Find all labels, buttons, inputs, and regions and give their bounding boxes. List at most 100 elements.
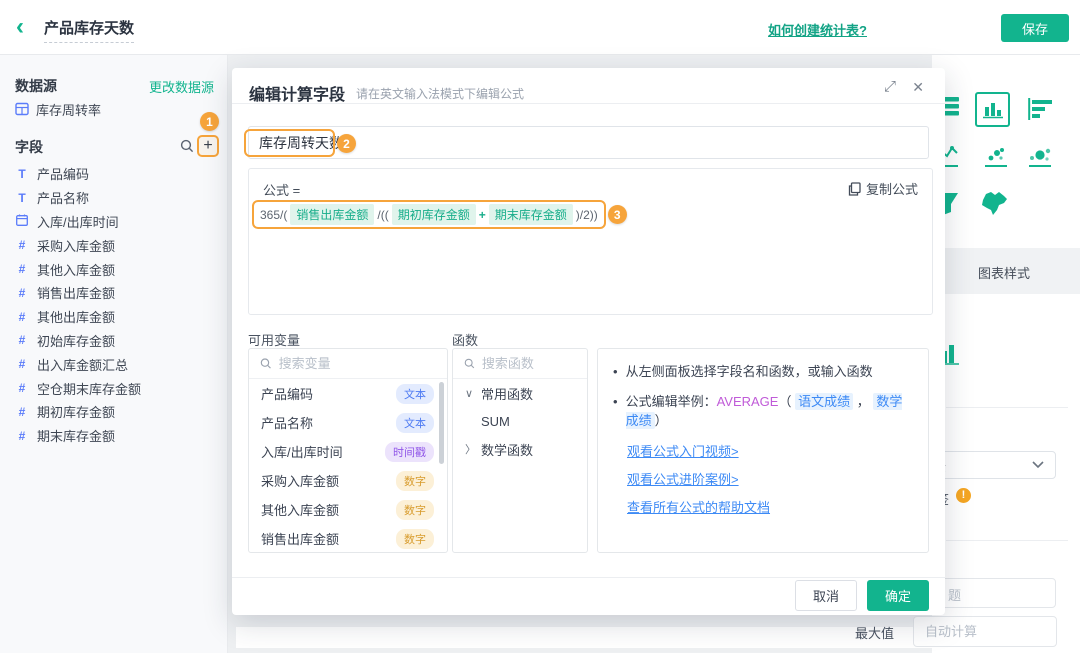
bubble-chart-icon[interactable] (1028, 146, 1052, 170)
field-list: T 产品编码 T 产品名称 入库/出库时间 # 采购入库金额 # 其他入库金额 # 销售出库金额 # 其… (0, 162, 228, 448)
example-function-name: AVERAGE (716, 394, 779, 409)
sidebar-field-item[interactable]: # 其他入库金额 (0, 257, 228, 281)
help-bullet-1-text: 从左侧面板选择字段名和函数，或输入函数 (625, 364, 873, 379)
sidebar-field-item[interactable]: 入库/出库时间 (0, 210, 228, 234)
cancel-button[interactable]: 取消 (795, 580, 857, 611)
back-icon[interactable]: ‹ (16, 15, 38, 39)
sidebar-field-item[interactable]: # 空仓期末库存金额 (0, 376, 228, 400)
variable-name: 采购入库金额 (261, 474, 340, 489)
dialog-title: 编辑计算字段 (249, 87, 346, 104)
help-example: 公式编辑举例：AVERAGE（ 语文成绩 ， 数学成绩） (625, 393, 903, 429)
variables-list: 产品编码 文本 产品名称 文本 入库/出库时间 时间戳 采购入库金额 数字 其他入库金额 数字 销售… (249, 379, 447, 552)
search-icon[interactable] (180, 139, 194, 153)
formula-token-field: 销售出库金额 (290, 204, 375, 225)
field-name: 空仓期末库存金额 (37, 381, 142, 397)
datasource-item[interactable]: 库存周转率 (15, 98, 101, 120)
sidebar-field-item[interactable]: T 产品名称 (0, 186, 228, 210)
variable-name: 入库/出库时间 (261, 445, 343, 460)
number-field-icon: # (18, 309, 26, 324)
china-map-chart-icon[interactable] (978, 190, 1008, 217)
field-name: 销售出库金额 (37, 286, 116, 302)
confirm-button[interactable]: 确定 (867, 580, 929, 611)
variable-item[interactable]: 产品名称 文本 (249, 408, 447, 437)
variable-name: 产品编码 (261, 387, 314, 402)
warning-icon: ! (956, 488, 971, 503)
function-group[interactable]: 〉数学函数 (453, 435, 587, 463)
formula-token-op: /(( (377, 207, 389, 222)
number-field-icon: # (18, 428, 26, 443)
variable-type-badge: 文本 (396, 412, 434, 433)
function-group[interactable]: ∨ 常用函数 (453, 379, 587, 407)
number-field-icon: # (18, 381, 26, 396)
variable-item[interactable]: 采购入库金额 数字 (249, 466, 447, 495)
help-link-2[interactable]: 观看公式进阶案例> (627, 469, 913, 490)
formula-token-field: 期初库存金额 (391, 204, 476, 225)
variable-name: 销售出库金额 (261, 532, 340, 547)
function-group-label: 常用函数 (481, 386, 534, 402)
field-name: 入库/出库时间 (37, 214, 119, 230)
scrollbar-thumb[interactable] (439, 382, 444, 464)
sidebar-field-item[interactable]: # 初始库存金额 (0, 329, 228, 353)
variable-item[interactable]: 销售出库金额 数字 (249, 524, 447, 552)
function-search[interactable] (453, 349, 587, 379)
sidebar-field-item[interactable]: # 销售出库金额 (0, 281, 228, 305)
formula-help-panel: • 从左侧面板选择字段名和函数，或输入函数 • 公式编辑举例：AVERAGE（ … (597, 348, 929, 553)
close-icon[interactable]: ✕ (912, 79, 924, 96)
number-field-icon: # (18, 333, 26, 348)
how-to-create-report-link[interactable]: 如何创建统计表? (768, 20, 867, 39)
sidebar-field-item[interactable]: # 采购入库金额 (0, 233, 228, 257)
plus-icon: + (203, 136, 213, 154)
variable-name: 其他入库金额 (261, 503, 340, 518)
help-bullet-2: • 公式编辑举例：AVERAGE（ 语文成绩 ， 数学成绩） (613, 392, 913, 430)
horizontal-bar-chart-icon[interactable] (1028, 98, 1054, 120)
datasource-section-label: 数据源 (15, 78, 57, 94)
divider (232, 577, 945, 578)
field-name: 初始库存金额 (37, 333, 116, 349)
sidebar-field-item[interactable]: T 产品编码 (0, 162, 228, 186)
top-bar: ‹ 产品库存天数 如何创建统计表? 保存 (0, 0, 1080, 55)
variable-item[interactable]: 入库/出库时间 时间戳 (249, 437, 447, 466)
sidebar-field-item[interactable]: # 出入库金额汇总 (0, 352, 228, 376)
sidebar-field-item[interactable]: # 期初库存金额 (0, 400, 228, 424)
annotation-step-3-badge: 3 (607, 205, 627, 224)
help-link-3[interactable]: 查看所有公式的帮助文档 (627, 497, 913, 518)
variable-search-input[interactable] (278, 356, 436, 371)
function-group-label: 数学函数 (481, 442, 534, 458)
save-button[interactable]: 保存 (1001, 14, 1069, 42)
chevron-down-icon (1032, 461, 1044, 469)
expand-icon[interactable]: ⤢ (884, 78, 896, 95)
formula-token-op: )/2)) (575, 207, 598, 222)
number-field-icon: # (18, 285, 26, 300)
variable-item[interactable]: 产品编码 文本 (249, 379, 447, 408)
field-name: 期末库存金额 (37, 429, 116, 445)
change-datasource-link[interactable]: 更改数据源 (149, 77, 214, 96)
number-field-icon: # (18, 238, 26, 253)
text-field-icon: T (18, 166, 26, 181)
variable-type-badge: 文本 (396, 383, 434, 404)
max-value-input[interactable] (913, 616, 1057, 647)
chevron-down-icon: ∨ (465, 387, 474, 400)
field-name: 采购入库金额 (37, 238, 116, 254)
field-name: 其他出库金额 (37, 310, 116, 326)
field-name: 期初库存金额 (37, 405, 116, 421)
sidebar-field-item[interactable]: # 其他出库金额 (0, 305, 228, 329)
scatter-chart-icon[interactable] (984, 146, 1008, 170)
chart-canvas-card (236, 627, 932, 648)
field-name: 产品名称 (37, 191, 90, 207)
copy-formula-button[interactable]: 复制公式 (848, 179, 918, 198)
variable-type-badge: 数字 (396, 499, 434, 520)
function-item[interactable]: SUM (453, 407, 587, 435)
formula-editor[interactable]: 公式 = 复制公式 365/(销售出库金额/((期初库存金额 + 期末库存金额)/2… (248, 168, 933, 315)
variable-name: 产品名称 (261, 416, 314, 431)
variable-item[interactable]: 其他入库金额 数字 (249, 495, 447, 524)
function-search-input[interactable] (481, 356, 576, 371)
add-calculated-field-button[interactable]: + (197, 135, 219, 157)
variables-label: 可用变量 (248, 333, 301, 348)
variable-search[interactable] (249, 349, 447, 379)
sidebar-field-item[interactable]: # 期末库存金额 (0, 424, 228, 448)
bar-chart-icon-selected[interactable] (975, 92, 1010, 127)
variable-type-badge: 数字 (396, 470, 434, 491)
bar-chart-icon (982, 102, 1003, 118)
tab-chart-style[interactable]: 图表样式 (978, 263, 1030, 282)
help-link-1[interactable]: 观看公式入门视频> (627, 441, 913, 462)
